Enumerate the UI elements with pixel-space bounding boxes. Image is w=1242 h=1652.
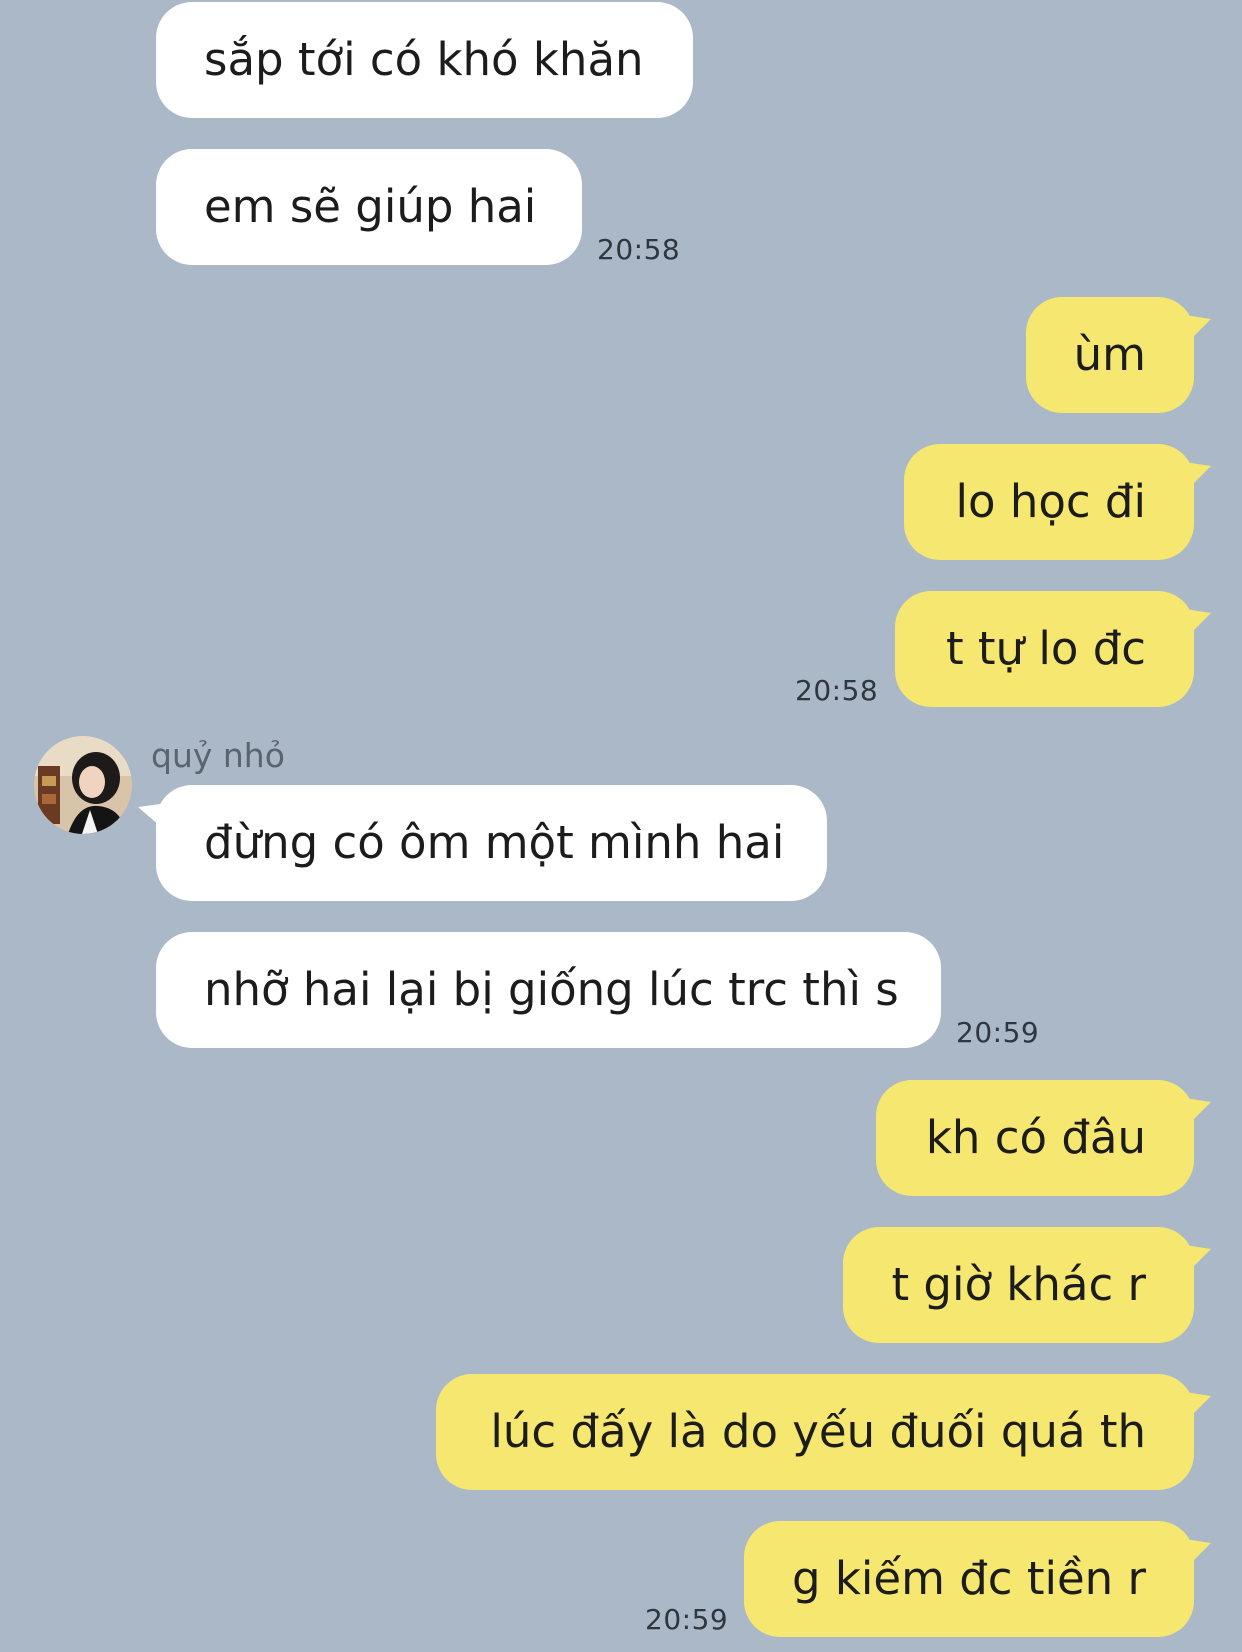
message-text: lo học đi [955,475,1146,528]
bubble-tail [1185,1245,1211,1275]
bubble-tail [138,803,168,833]
bubble-tail [1185,1392,1211,1422]
bubble-tail [1185,609,1211,639]
message-text: t giờ khác r [891,1258,1146,1311]
message-bubble-outgoing[interactable]: ùm [1026,297,1211,413]
bubble-tail [1185,1539,1211,1569]
message-timestamp: 20:59 [645,1603,729,1636]
message-timestamp: 20:59 [956,1016,1040,1049]
message-bubble-incoming[interactable]: đừng có ôm một mình hai [138,785,827,901]
message-bubble-incoming[interactable]: nhỡ hai lại bị giống lúc trc thì s [156,932,941,1048]
bubble-tail [1185,462,1211,492]
message-bubble-outgoing[interactable]: lúc đấy là do yếu đuối quá th [436,1374,1211,1490]
message-text: sắp tới có khó khăn [204,33,644,86]
message-bubble-outgoing[interactable]: t tự lo đc [895,591,1211,707]
message-text: g kiếm đc tiền r [791,1552,1146,1605]
message-bubble-outgoing[interactable]: g kiếm đc tiền r [744,1521,1211,1637]
message-text: lúc đấy là do yếu đuối quá th [490,1405,1146,1458]
sender-name: quỷ nhỏ [151,736,285,775]
message-bubble-outgoing[interactable]: kh có đâu [876,1080,1211,1196]
bubble-tail [1185,1098,1211,1128]
message-bubble-outgoing[interactable]: t giờ khác r [843,1227,1211,1343]
message-bubble-incoming[interactable]: sắp tới có khó khăn [156,2,693,118]
message-text: t tự lo đc [945,622,1146,675]
message-timestamp: 20:58 [795,674,879,707]
sender-avatar[interactable] [34,736,132,834]
message-text: em sẽ giúp hai [204,180,537,233]
message-bubble-incoming[interactable]: em sẽ giúp hai [156,149,582,265]
message-text: ùm [1073,328,1146,381]
avatar-photo-icon [34,736,132,834]
message-bubble-outgoing[interactable]: lo học đi [904,444,1211,560]
message-text: nhỡ hai lại bị giống lúc trc thì s [204,963,899,1016]
message-text: đừng có ôm một mình hai [204,816,785,869]
bubble-tail [1185,315,1211,345]
message-timestamp: 20:58 [597,233,681,266]
message-text: kh có đâu [925,1111,1146,1164]
